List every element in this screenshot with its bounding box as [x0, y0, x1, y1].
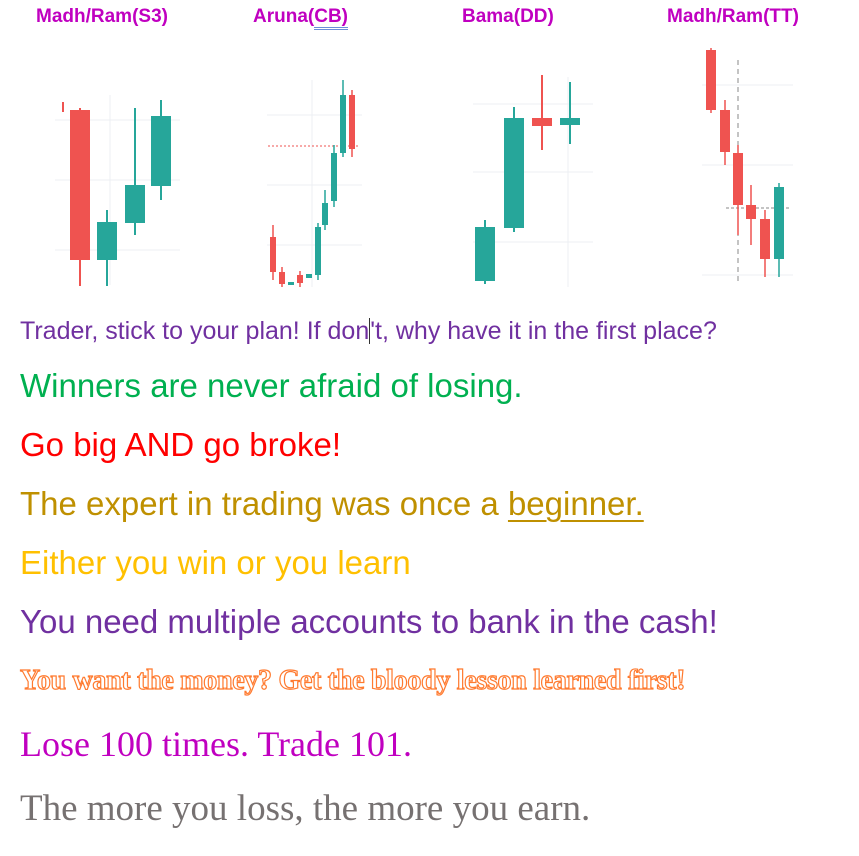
candle-body-bear [760, 219, 770, 259]
quote-winners: Winners are never afraid of losing. [20, 367, 523, 404]
candle-body-bull [774, 187, 784, 259]
candle-body-bull [331, 153, 337, 201]
candle-body-bear [733, 153, 743, 205]
candle-body-bull [151, 116, 171, 186]
chart-title-tt: Madh/Ram(TT) [667, 6, 799, 27]
candle-body-bull [97, 222, 117, 260]
candlestick-chart-dd [473, 75, 593, 287]
candle-body-bull [315, 227, 321, 275]
candle-body-bear [70, 110, 90, 260]
candlestick-chart-cb [267, 80, 362, 287]
quote-text-part: Trader, stick to your plan! If don [20, 317, 370, 345]
quote-more-you-loss: The more you loss, the more you earn. [20, 788, 591, 829]
quote-win-or-learn: Either you win or you learn [20, 544, 411, 581]
candle-body-bull [475, 227, 495, 281]
chart-title-cb-prefix: Aruna( [253, 6, 315, 27]
candle-body-bear [720, 110, 730, 152]
candle-body-bear [532, 118, 552, 126]
quote-text-part: The expert in trading was once a [20, 485, 508, 522]
chart-title-cb-underlined: CB) [314, 6, 349, 30]
candle-body-bull [306, 274, 312, 278]
quote-stick-to-plan: Trader, stick to your plan! If don't, wh… [20, 317, 717, 346]
chart-title-cb: Aruna(CB) [253, 6, 349, 30]
candle-body-bull [322, 203, 328, 225]
quote-lesson-learned: You want the money? Get the bloody lesso… [19, 664, 686, 696]
chart-title-s3: Madh/Ram(S3) [36, 6, 168, 27]
quote-go-big: Go big AND go broke! [20, 426, 342, 463]
candle-body-bull [288, 282, 294, 285]
quote-lose-100: Lose 100 times. Trade 101. [20, 724, 412, 764]
candle-body-bear [706, 50, 716, 110]
candle-body-bull [504, 118, 524, 228]
candle-body-bear [297, 275, 303, 283]
candle-body-bear [270, 237, 276, 272]
chart-grid [267, 80, 362, 287]
chart-title-dd: Bama(DD) [462, 6, 554, 27]
candlestick-chart-s3 [55, 95, 180, 286]
quote-underlined-word: beginner. [507, 485, 644, 522]
quote-expert: The expert in trading was once a beginne… [20, 485, 644, 523]
candle-body-bull [340, 95, 346, 153]
candle-body-bull [560, 118, 580, 125]
quote-text-part: 't, why have it in the first place? [370, 317, 717, 345]
candle-body-bear [349, 95, 355, 149]
candle-body-bull [125, 185, 145, 223]
candle-body-bear [746, 205, 756, 219]
quote-multiple-accounts: You need multiple accounts to bank in th… [20, 603, 718, 640]
candle-body-bear [279, 272, 285, 284]
candlestick-chart-tt [702, 48, 793, 285]
